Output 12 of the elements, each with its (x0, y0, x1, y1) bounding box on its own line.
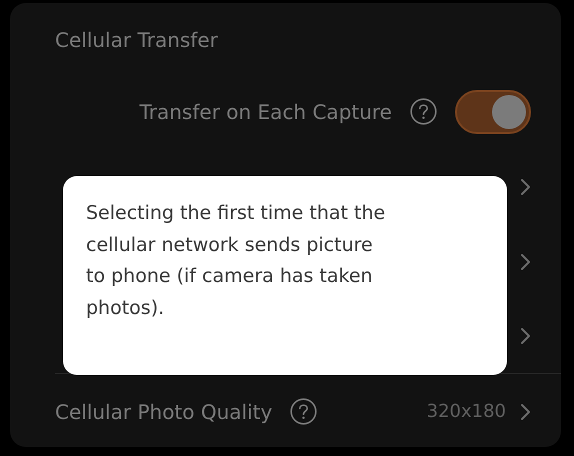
chevron-right-icon (520, 327, 531, 345)
tooltip-text: Selecting the first time that the cellular network sends picture to phone (if camera has taken photos). (86, 201, 386, 320)
help-icon[interactable] (410, 98, 437, 125)
setting-label: Cellular Photo Quality (55, 400, 272, 424)
section-title: Cellular Transfer (55, 27, 219, 54)
setting-label: Transfer on Each Capture (140, 100, 392, 124)
help-icon[interactable] (290, 398, 318, 425)
chevron-right-icon (520, 252, 531, 270)
chevron-right-icon (520, 178, 531, 196)
setting-value: 320x180 (426, 401, 506, 422)
toggle-switch[interactable] (455, 90, 531, 134)
chevron-right-icon (520, 402, 531, 420)
